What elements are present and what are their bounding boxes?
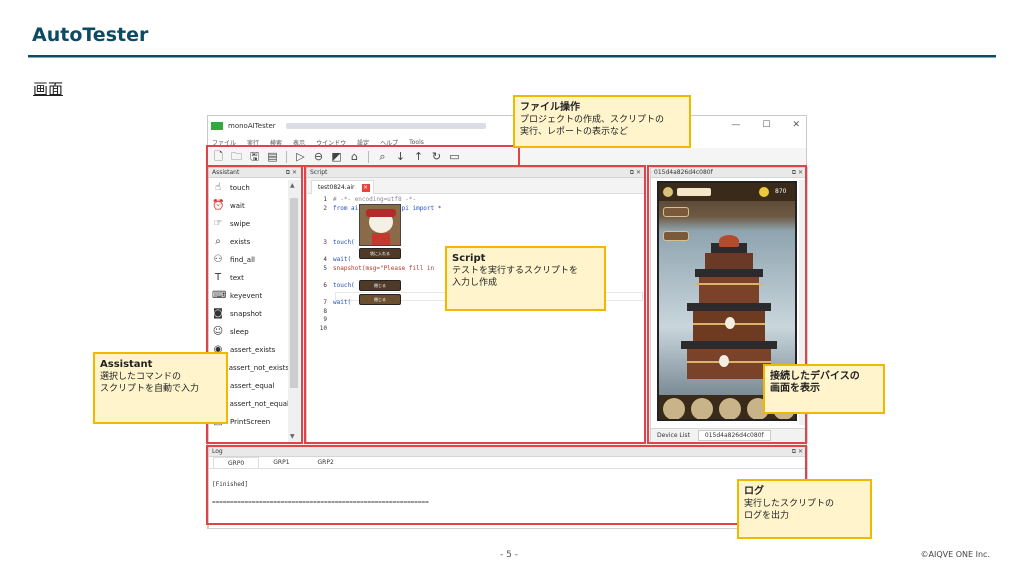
log-highlight-box — [206, 445, 807, 525]
callout-body: 選択したコマンドの スクリプトを自動で入力 — [100, 372, 200, 394]
window-controls: — ☐ ✕ — [731, 120, 800, 130]
window-titlebar: monoAITester — ☐ ✕ — [208, 116, 806, 136]
callout-file-operations: ファイル操作 プロジェクトの作成、スクリプトの 実行、レポートの表示など — [513, 95, 691, 148]
callout-title: Assistant — [100, 359, 153, 370]
callout-title: ファイル操作 — [520, 102, 580, 113]
app-logo-icon — [211, 122, 223, 130]
callout-title: 接続したデバイスの 画面を表示 — [770, 371, 860, 394]
window-path-blurred — [285, 123, 486, 129]
minimize-button[interactable]: — — [731, 120, 740, 130]
app-name: monoAITester — [228, 122, 276, 130]
callout-title: Script — [452, 253, 486, 264]
title-divider-light — [28, 57, 996, 58]
callout-device-screen: 接続したデバイスの 画面を表示 — [763, 364, 885, 414]
section-heading: 画面 — [33, 80, 64, 98]
callout-body: テストを実行するスクリプトを 入力し作成 — [452, 266, 579, 288]
callout-body: プロジェクトの作成、スクリプトの 実行、レポートの表示など — [520, 115, 665, 137]
close-button[interactable]: ✕ — [792, 120, 800, 130]
toolbar-highlight-box — [206, 145, 520, 167]
page-number: - 5 - — [500, 550, 518, 560]
callout-assistant: Assistant 選択したコマンドの スクリプトを自動で入力 — [93, 352, 228, 424]
callout-body: 実行したスクリプトの ログを出力 — [744, 499, 835, 521]
callout-script: Script テストを実行するスクリプトを 入力し作成 — [445, 246, 606, 311]
maximize-button[interactable]: ☐ — [762, 120, 770, 130]
copyright: ©AIQVE ONE Inc. — [920, 550, 990, 559]
callout-title: ログ — [744, 486, 764, 497]
slide-title: AutoTester — [32, 24, 149, 46]
callout-log: ログ 実行したスクリプトの ログを出力 — [737, 479, 872, 539]
